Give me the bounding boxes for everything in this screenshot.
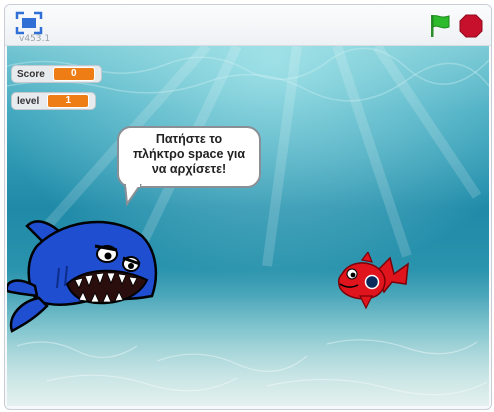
score-value: 0: [52, 67, 95, 81]
speech-line-1: Πατήστε το: [155, 132, 223, 146]
level-label: level: [17, 95, 40, 107]
game-stage[interactable]: Score 0 level 1 Πατήστε το πλήκτρο space…: [7, 46, 489, 406]
speech-bubble-tail: [124, 184, 142, 206]
speech-line-2: πλήκτρο space για: [132, 147, 246, 161]
scratch-player: v453.1 Score 0 level 1 Πατήστε το πλήκτρ…: [4, 4, 492, 410]
red-fish-sprite[interactable]: [332, 252, 412, 312]
green-flag-icon[interactable]: [429, 14, 451, 38]
version-label: v453.1: [19, 34, 51, 44]
speech-line-3: να αρχίσετε!: [151, 162, 227, 176]
stop-sign-icon[interactable]: [459, 14, 483, 38]
score-label: Score: [17, 68, 45, 80]
fullscreen-icon[interactable]: [15, 11, 43, 35]
level-monitor: level 1: [11, 92, 97, 110]
score-monitor: Score 0: [11, 65, 102, 83]
blue-shark-sprite[interactable]: [7, 206, 167, 336]
speech-bubble: Πατήστε το πλήκτρο space για να αρχίσετε…: [117, 126, 261, 188]
player-toolbar: v453.1: [5, 5, 491, 46]
level-value: 1: [47, 94, 90, 108]
